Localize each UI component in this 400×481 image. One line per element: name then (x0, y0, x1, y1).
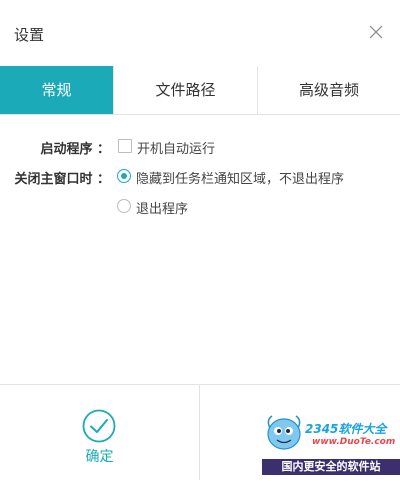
tab-bar: 常规 文件路径 高级音频 (0, 66, 400, 115)
tab-general[interactable]: 常规 (0, 66, 113, 114)
autostart-option-label[interactable]: 开机自动运行 (137, 138, 215, 157)
tab-file-path[interactable]: 文件路径 (113, 66, 257, 114)
hide-to-tray-radio[interactable] (117, 169, 131, 183)
close-icon[interactable] (367, 23, 385, 41)
tab-advanced-audio[interactable]: 高级音频 (257, 66, 400, 114)
watermark-url: www.DuoTe.com (312, 437, 396, 447)
startup-label: 启动程序 ： (40, 142, 110, 157)
watermark-banner: 国内更安全的软件站 (262, 459, 400, 475)
watermark-brand: 2345软件大全 (305, 422, 387, 436)
check-circle-icon[interactable] (82, 409, 116, 447)
close-window-label: 关闭主窗口时 ： (14, 172, 110, 187)
exit-program-option-label[interactable]: 退出程序 (136, 198, 188, 217)
ok-button-label[interactable]: 确定 (0, 446, 199, 466)
hide-to-tray-option-label[interactable]: 隐藏到任务栏通知区域，不退出程序 (136, 168, 344, 187)
autostart-checkbox[interactable] (118, 139, 132, 153)
window-title: 设置 (14, 26, 45, 44)
title-bar: 设置 (0, 0, 400, 64)
exit-program-radio[interactable] (117, 199, 131, 213)
